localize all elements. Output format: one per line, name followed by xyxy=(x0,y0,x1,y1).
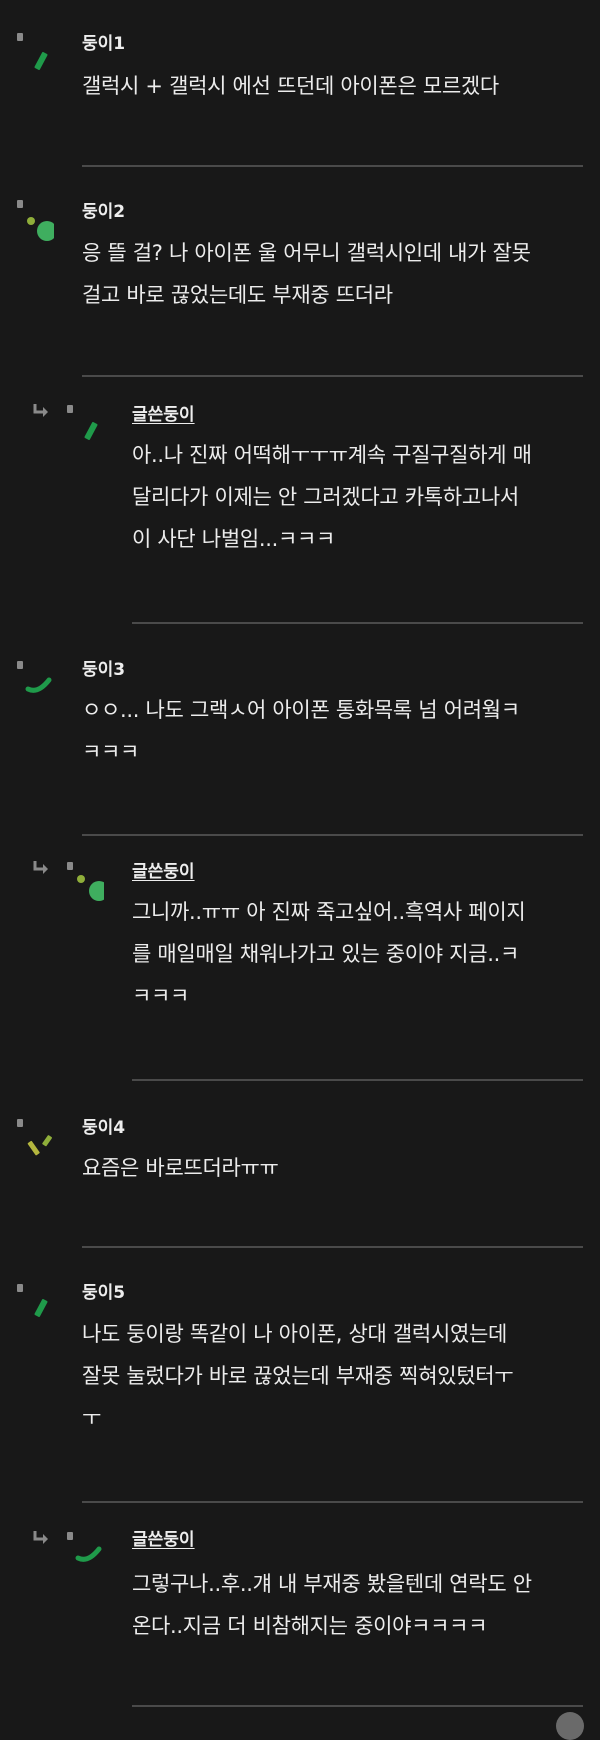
comment-text: 나도 둥이랑 똑같이 나 아이폰, 상대 갤럭시였는데 잘못 눌렀다가 바로 끊… xyxy=(82,1322,514,1430)
avatar-decoration xyxy=(64,857,109,917)
comment-text: 응 뜰 걸? 나 아이폰 울 어무니 갤럭시인데 내가 잘못 걸고 바로 끊었는… xyxy=(82,241,531,307)
reply-arrow-icon xyxy=(33,404,48,417)
comment-text: 요즘은 바로뜨더라ㅠㅠ xyxy=(82,1156,279,1180)
avatar-decoration xyxy=(14,1279,54,1339)
reply-arrow-icon xyxy=(33,861,48,874)
comment-divider xyxy=(82,165,583,167)
comment-divider xyxy=(132,1705,583,1707)
avatar-decoration xyxy=(64,1527,104,1587)
comment-divider xyxy=(132,1079,583,1081)
comment-author[interactable]: 글쓴둥이 xyxy=(132,1529,195,1551)
reply-arrow-icon xyxy=(33,1531,48,1544)
avatar-decoration xyxy=(14,1114,54,1174)
comment-divider xyxy=(82,1246,583,1248)
comment-divider xyxy=(82,375,583,377)
comment-author[interactable]: 글쓴둥이 xyxy=(132,861,195,883)
avatar-decoration xyxy=(14,28,54,88)
comment-text: 아..나 진짜 어떡해ㅜㅜㅠ계속 구질구질하게 매 달리다가 이제는 안 그러겠… xyxy=(132,443,532,551)
comment-text: ㅇㅇ... 나도 그랙ㅅ어 아이폰 통화목록 넘 어려웤ㅋ ㅋㅋㅋ xyxy=(82,698,520,764)
comment-text: 갤럭시 + 갤럭시 에선 뜨던데 아이폰은 모르겠다 xyxy=(82,74,499,98)
comment-divider xyxy=(82,1501,583,1503)
comment-author[interactable]: 둥이4 xyxy=(82,1117,125,1139)
comment-divider xyxy=(132,622,583,624)
avatar-decoration xyxy=(14,195,57,255)
comment-author[interactable]: 글쓴둥이 xyxy=(132,404,195,426)
avatar-decoration xyxy=(14,656,54,716)
comment-author[interactable]: 둥이3 xyxy=(82,659,125,681)
comment-author[interactable]: 둥이5 xyxy=(82,1282,125,1304)
comment-text: 그렇구나..후..걔 내 부재중 봤을텐데 연락도 안 온다..지금 더 비참해… xyxy=(132,1572,532,1638)
comment-author[interactable]: 둥이1 xyxy=(82,33,125,55)
avatar-decoration xyxy=(64,400,104,460)
scroll-indicator[interactable] xyxy=(556,1712,584,1740)
comment-text: 그니까..ㅠㅠ 아 진짜 죽고싶어..흑역사 페이지 를 매일매일 채워나가고 … xyxy=(132,900,526,1008)
comment-divider xyxy=(82,834,583,836)
comment-author[interactable]: 둥이2 xyxy=(82,201,125,223)
